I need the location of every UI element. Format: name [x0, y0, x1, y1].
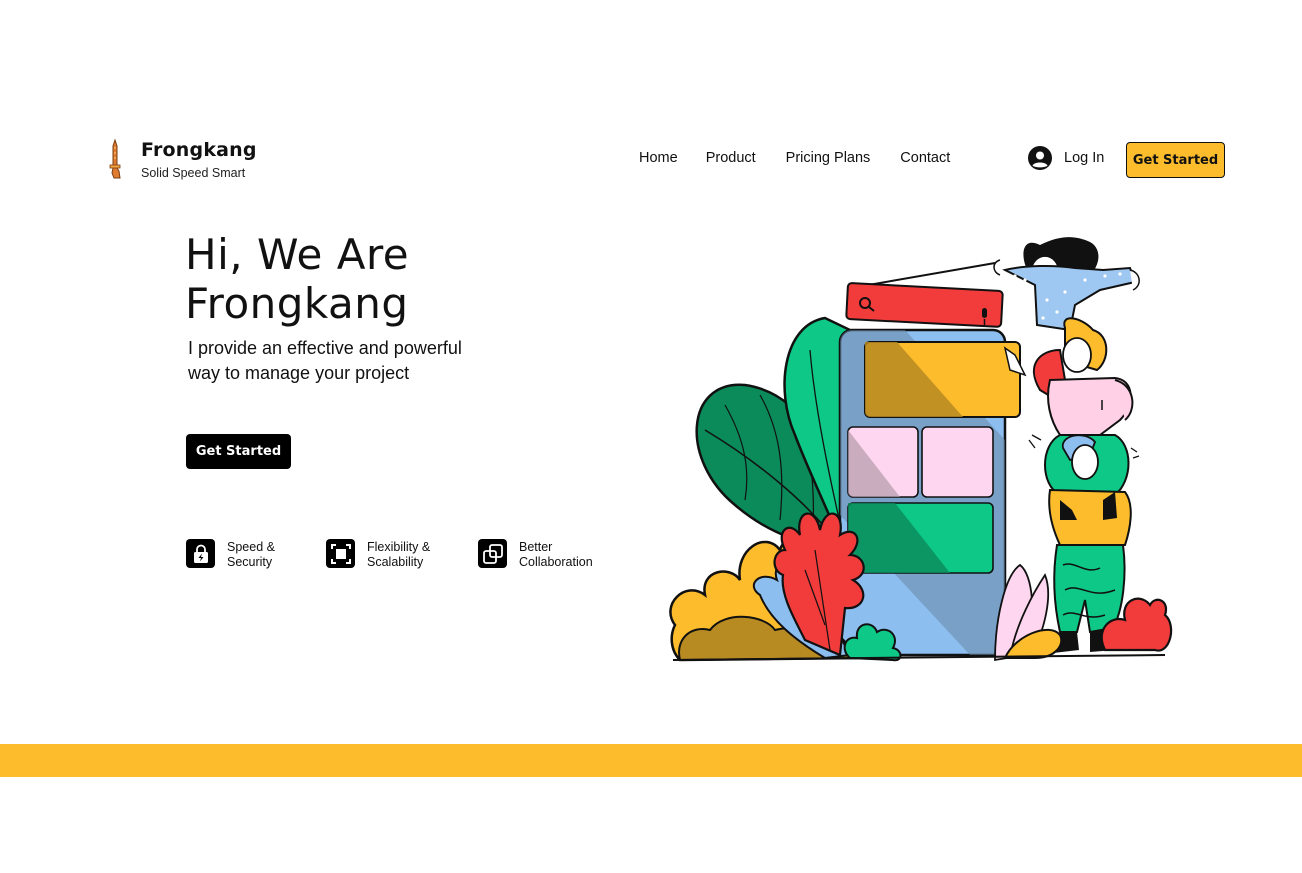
brand[interactable]: Frongkang Solid Speed Smart — [104, 138, 257, 180]
brand-tagline: Solid Speed Smart — [141, 166, 246, 180]
hero-subtitle-line2: way to manage your project — [188, 363, 410, 383]
brand-name: Frongkang — [141, 139, 257, 161]
feature-label-line2: Security — [227, 555, 273, 569]
feature-speed-security: Speed & Security — [186, 539, 275, 570]
login-link[interactable]: Log In — [1028, 146, 1104, 170]
nav-product[interactable]: Product — [706, 150, 756, 166]
scale-square-icon — [326, 539, 355, 568]
hero-title: Hi, We Are Frongkang — [185, 230, 409, 328]
feature-label-line1: Flexibility & — [367, 540, 431, 554]
hero-title-line2: Frongkang — [185, 279, 409, 328]
nav-home[interactable]: Home — [639, 150, 678, 166]
main-nav: Home Product Pricing Plans Contact — [639, 150, 950, 166]
login-label: Log In — [1064, 150, 1105, 166]
lock-bolt-icon — [186, 539, 215, 568]
hero-subtitle-line1: I provide an effective and powerful — [188, 338, 462, 358]
hero-subtitle: I provide an effective and powerful way … — [188, 336, 508, 386]
overlap-squares-icon — [478, 539, 507, 568]
nav-contact[interactable]: Contact — [900, 150, 950, 166]
feature-label-line1: Speed & — [227, 540, 275, 554]
nav-pricing-plans[interactable]: Pricing Plans — [786, 150, 871, 166]
header-get-started-button[interactable]: Get Started — [1126, 142, 1225, 178]
hero-illustration — [669, 237, 1173, 662]
user-avatar-icon — [1028, 146, 1052, 170]
feature-label-line1: Better — [519, 540, 553, 554]
feature-flexibility-scalability: Flexibility & Scalability — [326, 539, 430, 570]
accent-band — [0, 744, 1302, 777]
feature-better-collaboration: Better Collaboration — [478, 539, 593, 570]
hero-title-line1: Hi, We Are — [185, 230, 410, 279]
brand-logo-icon — [109, 138, 121, 179]
hero-get-started-button[interactable]: Get Started — [186, 434, 291, 469]
feature-label-line2: Collaboration — [519, 555, 593, 569]
feature-label-line2: Scalability — [367, 555, 424, 569]
